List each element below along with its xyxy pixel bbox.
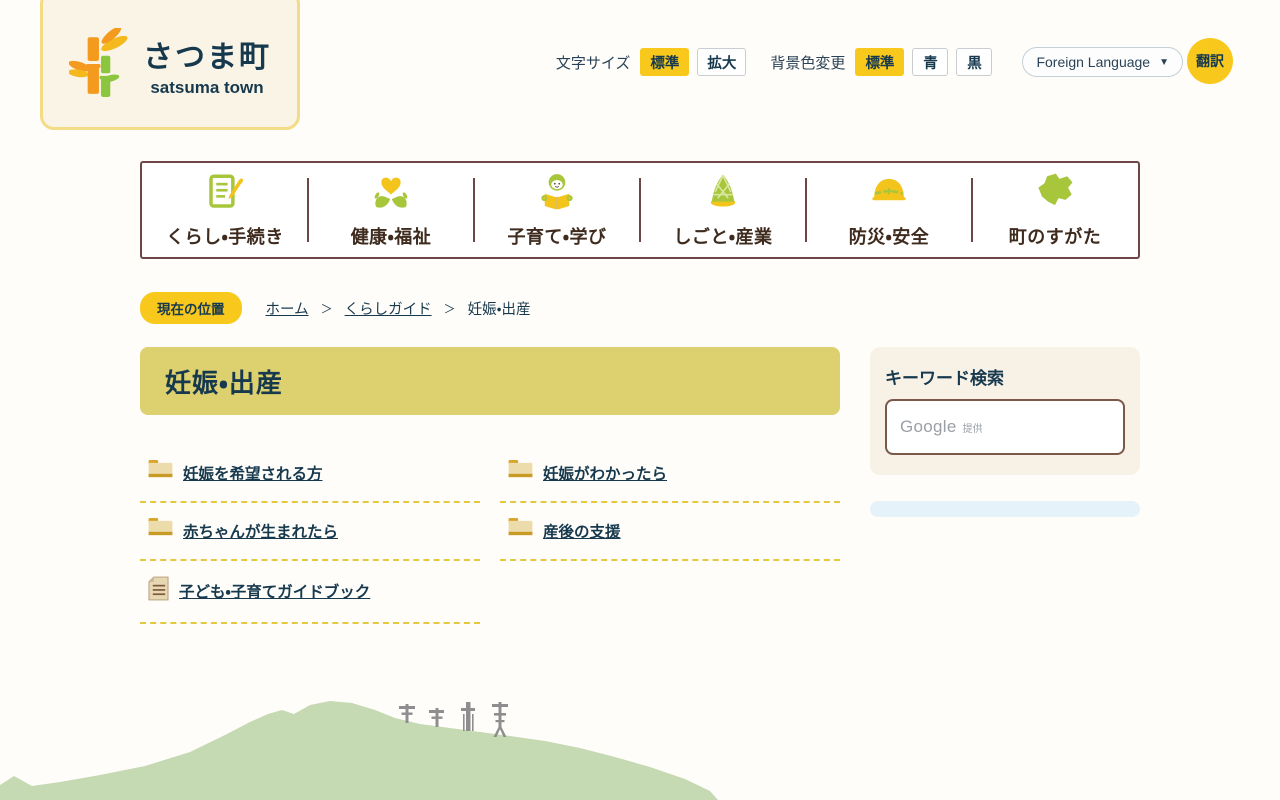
- keyword-search-title: キーワード検索: [885, 369, 1004, 388]
- breadcrumb-home-link[interactable]: ホーム: [266, 298, 309, 319]
- link-label[interactable]: 子ども・子育てガイドブック: [179, 580, 370, 602]
- decorative-blue-bar: [870, 501, 1140, 517]
- accessibility-toolbar: 文字サイズ 標準 拡大 背景色変更 標準 青 黒 Foreign Languag…: [555, 38, 1233, 84]
- font-size-large-button[interactable]: 拡大: [697, 48, 747, 76]
- nav-item-kenko[interactable]: 健康・福祉: [307, 163, 474, 257]
- link-item-guidebook[interactable]: 子ども・子育てガイドブック: [140, 561, 480, 624]
- nav-item-label: 健康・福祉: [350, 227, 432, 247]
- translate-button[interactable]: 翻訳: [1187, 38, 1233, 84]
- main-area: 妊娠・出産 妊娠を希望される方 妊娠がわかったら 赤ちゃんが生まれたら 産後の支…: [140, 347, 1140, 624]
- keyword-search-panel: キーワード検索 Google 提供: [870, 347, 1140, 475]
- bg-color-label: 背景色変更: [770, 54, 846, 72]
- nav-item-shigoto[interactable]: しごと・産業: [639, 163, 806, 257]
- bamboo-shoot-icon: [702, 171, 744, 218]
- nav-item-machi[interactable]: 町のすがた: [971, 163, 1138, 257]
- green-hill: [0, 701, 718, 800]
- nav-item-label: 町のすがた: [1008, 227, 1102, 247]
- nav-item-label: くらし・手続き: [166, 227, 284, 247]
- town-map-icon: [1034, 171, 1076, 218]
- link-label[interactable]: 妊娠を希望される方: [183, 462, 323, 484]
- search-input[interactable]: [887, 401, 1123, 453]
- breadcrumb-kurashi-guide-link[interactable]: くらしガイド: [345, 298, 432, 319]
- link-item-ninshin-wakattara[interactable]: 妊娠がわかったら: [500, 445, 840, 503]
- bg-standard-button[interactable]: 標準: [855, 48, 905, 76]
- header: さつま町 satsuma town 文字サイズ 標準 拡大 背景色変更 標準 青…: [0, 0, 1280, 161]
- folder-icon: [148, 518, 173, 543]
- document-icon: [148, 576, 169, 606]
- link-label[interactable]: 産後の支援: [543, 520, 621, 542]
- breadcrumb-current-page: 妊娠・出産: [467, 301, 531, 318]
- hands-heart-icon: [370, 171, 412, 218]
- nav-item-bosai[interactable]: 防災・安全: [805, 163, 972, 257]
- footer-illustration: [0, 688, 1280, 800]
- link-label[interactable]: 妊娠がわかったら: [543, 462, 667, 484]
- breadcrumb-separator: ＞: [443, 301, 456, 316]
- font-size-standard-button[interactable]: 標準: [640, 48, 690, 76]
- main-navigation: くらし・手続き 健康・福祉 子育て・学び しごと・産業 防災・安全 町のすがた: [140, 161, 1140, 259]
- site-name-en: satsuma town: [150, 78, 264, 97]
- search-box: Google 提供: [885, 399, 1125, 455]
- link-item-ninshin-kibo[interactable]: 妊娠を希望される方: [140, 445, 480, 503]
- helmet-icon: [868, 171, 910, 218]
- current-location-badge: 現在の位置: [140, 292, 242, 324]
- page-title: 妊娠・出産: [165, 367, 283, 398]
- language-selector[interactable]: Foreign Language ▼: [1022, 47, 1183, 77]
- page-title-banner: 妊娠・出産: [140, 347, 840, 415]
- document-pen-icon: [204, 171, 246, 218]
- link-item-akachan[interactable]: 赤ちゃんが生まれたら: [140, 503, 480, 561]
- child-reading-icon: [536, 171, 578, 218]
- folder-icon: [148, 460, 173, 485]
- bg-blue-button[interactable]: 青: [912, 48, 949, 76]
- hill-graphic: [0, 701, 718, 800]
- link-label[interactable]: 赤ちゃんが生まれたら: [183, 520, 338, 542]
- nav-item-label: しごと・産業: [673, 227, 773, 247]
- category-links: 妊娠を希望される方 妊娠がわかったら 赤ちゃんが生まれたら 産後の支援 子ども・…: [140, 445, 840, 624]
- site-logo[interactable]: さつま町 satsuma town: [40, 0, 300, 130]
- folder-icon: [508, 460, 533, 485]
- nav-item-kurashi[interactable]: くらし・手続き: [142, 163, 308, 257]
- breadcrumb: 現在の位置 ホーム ＞ くらしガイド ＞ 妊娠・出産: [140, 292, 1140, 324]
- breadcrumb-separator: ＞: [320, 301, 333, 316]
- nav-item-label: 防災・安全: [848, 227, 930, 247]
- folder-icon: [508, 518, 533, 543]
- content-column: 妊娠・出産 妊娠を希望される方 妊娠がわかったら 赤ちゃんが生まれたら 産後の支…: [140, 347, 840, 624]
- chevron-down-icon: ▼: [1159, 56, 1169, 68]
- font-size-label: 文字サイズ: [555, 54, 631, 72]
- nav-item-label: 子育て・学び: [507, 227, 607, 247]
- nav-item-kosodate[interactable]: 子育て・学び: [473, 163, 640, 257]
- site-name-jp: さつま町: [143, 41, 271, 74]
- link-item-sango-shien[interactable]: 産後の支援: [500, 503, 840, 561]
- site-name: さつま町 satsuma town: [143, 32, 271, 98]
- bg-black-button[interactable]: 黒: [956, 48, 993, 76]
- language-selector-label: Foreign Language: [1036, 54, 1151, 70]
- sidebar: キーワード検索 Google 提供: [870, 347, 1140, 624]
- bamboo-logo-icon: [68, 26, 131, 103]
